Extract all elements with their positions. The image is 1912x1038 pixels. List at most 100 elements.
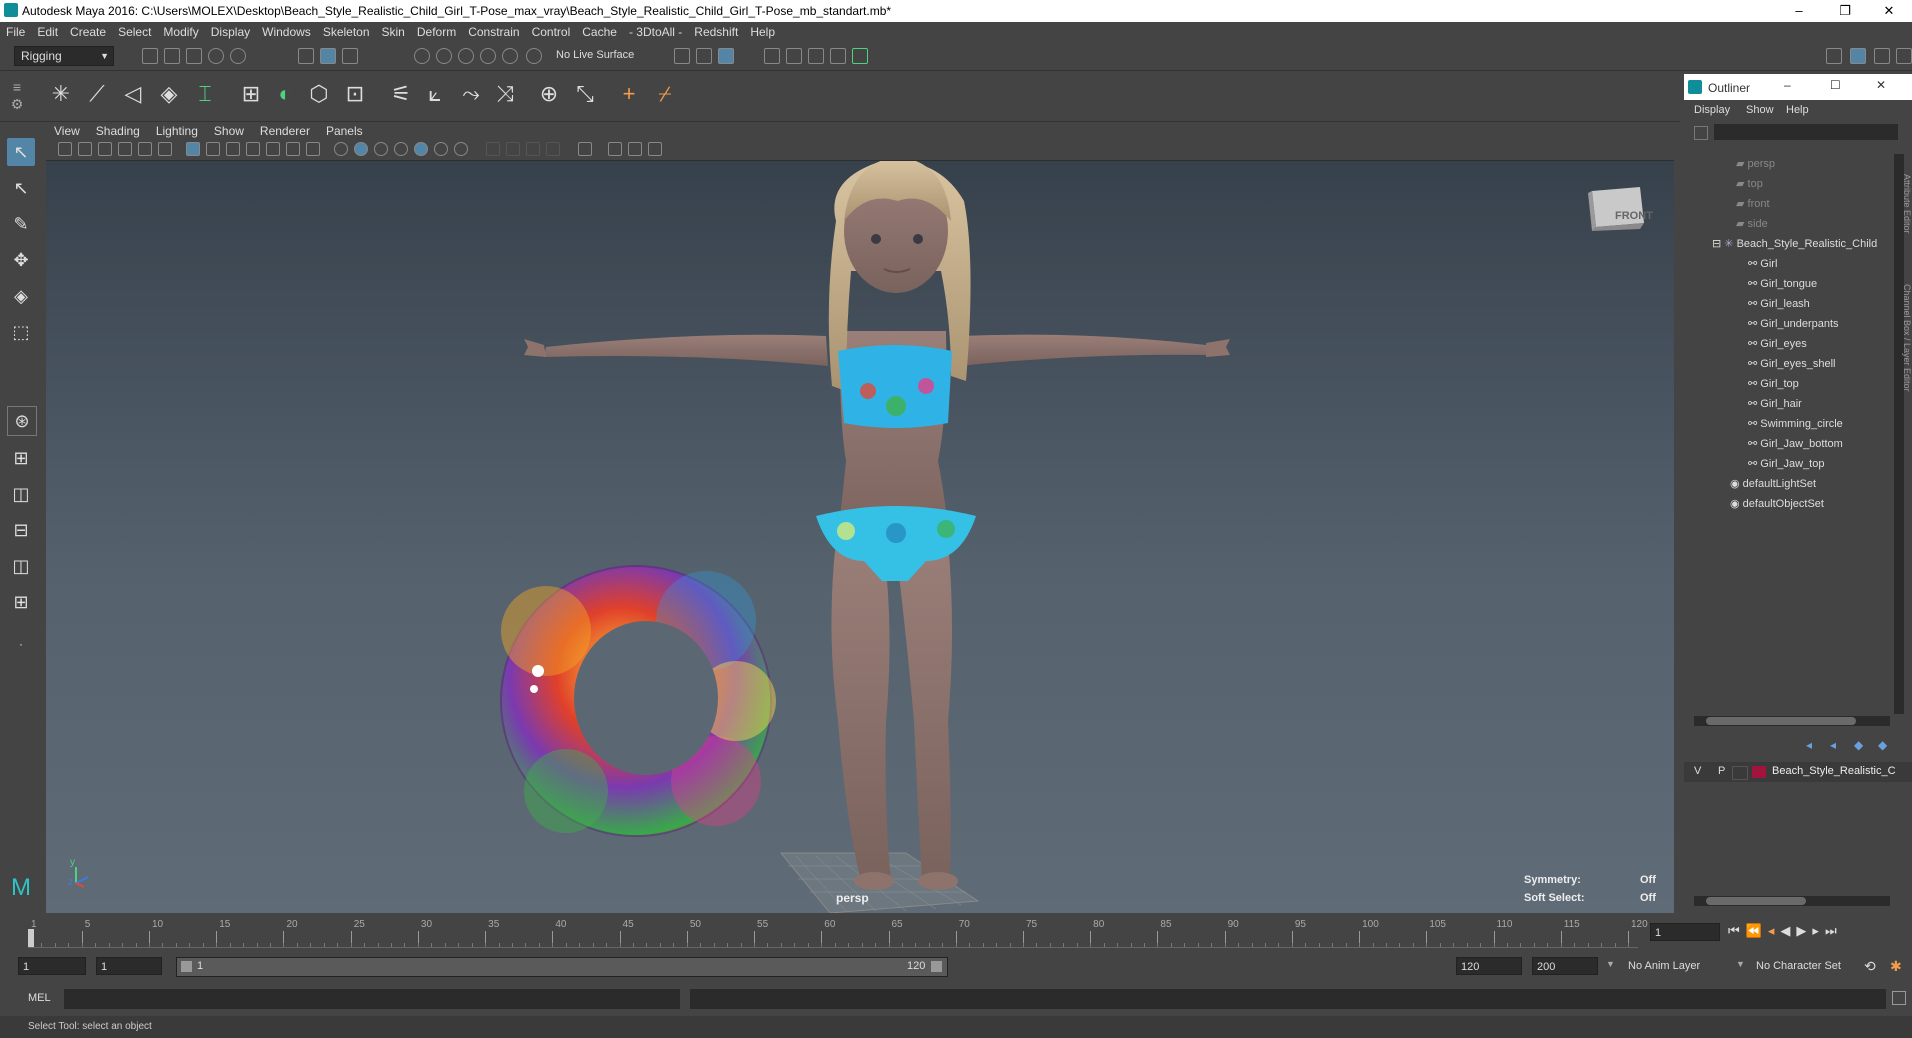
outliner-menu-help[interactable]: Help xyxy=(1786,104,1809,116)
outliner-item-front[interactable]: ▰ front xyxy=(1736,194,1770,214)
hypershade-icon[interactable] xyxy=(852,48,868,64)
outliner-item-side[interactable]: ▰ side xyxy=(1736,214,1768,234)
motion-blur-icon[interactable] xyxy=(506,142,520,156)
snap-live-icon[interactable] xyxy=(526,48,542,64)
go-to-start-icon[interactable]: ⏮ xyxy=(1728,923,1746,938)
perspective-viewport[interactable]: FRONT y z persp Symmetry: Off Soft Selec… xyxy=(46,161,1674,913)
persp-outliner-layout-icon[interactable]: ◫ xyxy=(7,480,35,508)
move-layer-up-icon[interactable]: ◂ xyxy=(1806,738,1812,752)
xray-joints-icon[interactable] xyxy=(628,142,642,156)
open-scene-icon[interactable] xyxy=(164,48,180,64)
aim-constraint-icon[interactable]: ⤡ xyxy=(570,79,600,109)
chevron-down-icon[interactable]: ▼ xyxy=(1606,959,1615,969)
camera-attributes-icon[interactable] xyxy=(78,142,92,156)
select-by-hierarchy-icon[interactable] xyxy=(298,48,314,64)
select-tool-icon[interactable]: ↖ xyxy=(7,138,35,166)
scale-tool-icon[interactable]: ⬚ xyxy=(7,318,35,346)
select-by-component-icon[interactable] xyxy=(342,48,358,64)
ik-handle-icon[interactable]: ◁ xyxy=(118,79,148,109)
render-view-icon[interactable] xyxy=(764,48,780,64)
viewport-menu-shading[interactable]: Shading xyxy=(88,122,148,138)
script-language-toggle[interactable]: MEL xyxy=(28,992,51,1004)
orient-constraint-icon[interactable]: ⌿ xyxy=(650,79,680,109)
shelf-tabs-menu-icon[interactable]: ≡ ⚙ xyxy=(4,79,30,113)
image-plane-icon[interactable] xyxy=(118,142,132,156)
menu-edit[interactable]: Edit xyxy=(31,22,64,39)
step-back-frame-icon[interactable]: ◂ xyxy=(1768,923,1781,938)
single-perspective-layout-icon[interactable]: ⊛ xyxy=(7,406,37,436)
snap-view-plane-icon[interactable] xyxy=(480,48,496,64)
outliner-close-icon[interactable]: ✕ xyxy=(1876,78,1886,92)
paint-weights-icon[interactable]: ⟀ xyxy=(420,79,450,109)
outliner-item-girl-tongue[interactable]: ⚯ Girl_tongue xyxy=(1748,274,1817,294)
outliner-item-girl-eyes-shell[interactable]: ⚯ Girl_eyes_shell xyxy=(1748,354,1835,374)
attribute-editor-toggle-icon[interactable] xyxy=(1874,48,1890,64)
outliner-item-top[interactable]: ▰ top xyxy=(1736,174,1763,194)
channel-box-tab[interactable]: Channel Box / Layer Editor xyxy=(1902,284,1912,434)
outliner-search-input[interactable] xyxy=(1714,124,1898,140)
character-set-dropdown[interactable]: No Character Set xyxy=(1756,960,1841,972)
script-editor-icon[interactable] xyxy=(1892,991,1906,1005)
wireframe-icon[interactable] xyxy=(334,142,348,156)
isolate-select-icon[interactable] xyxy=(578,142,592,156)
collapse-icon[interactable]: ⊟ xyxy=(1712,238,1724,250)
chevron-down-icon[interactable]: ▼ xyxy=(1736,959,1745,969)
select-camera-icon[interactable] xyxy=(58,142,72,156)
new-layer-selected-icon[interactable]: ◆ xyxy=(1878,738,1887,752)
safe-action-icon[interactable] xyxy=(286,142,300,156)
outliner-item-girl-leash[interactable]: ⚯ Girl_leash xyxy=(1748,294,1810,314)
viewport-menu-show[interactable]: Show xyxy=(206,122,252,138)
restore-button[interactable]: ❐ xyxy=(1822,0,1868,22)
go-to-end-icon[interactable]: ⏭ xyxy=(1825,923,1843,938)
outliner-item-root-group[interactable]: ⊟ ✳ Beach_Style_Realistic_Child xyxy=(1712,234,1877,254)
layer-editor-scrollbar[interactable] xyxy=(1694,896,1890,906)
four-view-layout-icon[interactable]: ⊞ xyxy=(7,444,35,472)
menu-constrain[interactable]: Constrain xyxy=(462,22,525,39)
grease-pencil-icon[interactable] xyxy=(158,142,172,156)
save-scene-icon[interactable] xyxy=(186,48,202,64)
render-settings-icon[interactable] xyxy=(830,48,846,64)
xray-components-icon[interactable] xyxy=(648,142,662,156)
menu-display[interactable]: Display xyxy=(205,22,256,39)
outliner-item-girl-eyes[interactable]: ⚯ Girl_eyes xyxy=(1748,334,1807,354)
animation-end-field[interactable]: 200 xyxy=(1532,957,1598,975)
hypershade-persp-layout-icon[interactable]: ◫ xyxy=(7,552,35,580)
layer-visibility-toggle[interactable]: V xyxy=(1694,765,1701,777)
swimming-circle-model[interactable] xyxy=(500,565,776,837)
outliner-item-girl-top[interactable]: ⚯ Girl_top xyxy=(1748,374,1799,394)
redo-icon[interactable] xyxy=(230,48,246,64)
attribute-editor-tab[interactable]: Attribute Editor xyxy=(1902,174,1912,274)
play-backwards-icon[interactable]: ◀ xyxy=(1780,923,1796,938)
lattice-icon[interactable]: ⬡ xyxy=(304,79,334,109)
viewport-menu-lighting[interactable]: Lighting xyxy=(148,122,206,138)
time-slider[interactable]: 1 5 10 15 20 25 30 35 40 45 50 55 60 65 70 75 80 85 90 95 10… xyxy=(0,913,1912,953)
create-joints-icon[interactable]: ✳ xyxy=(46,79,76,109)
menu-create[interactable]: Create xyxy=(64,22,112,39)
use-all-lights-icon[interactable] xyxy=(434,142,448,156)
menu-windows[interactable]: Windows xyxy=(256,22,317,39)
custom-layout-icon[interactable]: ⊞ xyxy=(7,588,35,616)
play-forwards-icon[interactable]: ▶ xyxy=(1796,923,1812,938)
playback-end-field[interactable]: 120 xyxy=(1456,957,1522,975)
ik-spline-icon[interactable]: ◈ xyxy=(154,79,184,109)
current-frame-field[interactable]: 1 xyxy=(1650,923,1720,941)
outliner-item-girl[interactable]: ⚯ Girl xyxy=(1748,254,1777,274)
scrollbar-thumb[interactable] xyxy=(1706,897,1806,905)
viewport-menu-panels[interactable]: Panels xyxy=(318,122,371,138)
grid-toggle-icon[interactable] xyxy=(186,142,200,156)
menu-select[interactable]: Select xyxy=(112,22,157,39)
outliner-item-swimming-circle[interactable]: ⚯ Swimming_circle xyxy=(1748,414,1843,434)
anim-layer-dropdown[interactable]: No Anim Layer xyxy=(1628,960,1700,972)
snap-grid-icon[interactable] xyxy=(414,48,430,64)
menu-skin[interactable]: Skin xyxy=(376,22,411,39)
playback-start-field[interactable]: 1 xyxy=(96,957,162,975)
animation-preferences-icon[interactable]: ✱ xyxy=(1890,958,1902,975)
menu-control[interactable]: Control xyxy=(526,22,577,39)
symmetry-icon[interactable] xyxy=(718,48,734,64)
outliner-maximize-icon[interactable]: ☐ xyxy=(1830,78,1841,92)
menu-redshift[interactable]: Redshift xyxy=(688,22,744,39)
layer-color-swatch[interactable] xyxy=(1752,766,1766,778)
lasso-tool-icon[interactable]: ↖ xyxy=(7,174,35,202)
select-by-object-icon[interactable] xyxy=(320,48,336,64)
menu-help[interactable]: Help xyxy=(744,22,781,39)
